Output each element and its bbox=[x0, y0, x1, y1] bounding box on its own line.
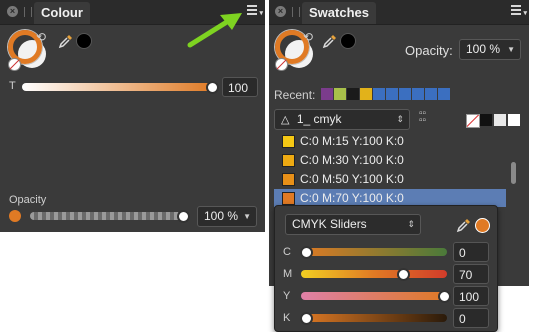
swatch-label: C:0 M:50 Y:100 K:0 bbox=[300, 172, 404, 186]
t-label: T bbox=[9, 80, 16, 92]
t-slider-knob[interactable] bbox=[206, 81, 219, 94]
swatches-tabbar: × Swatches ▾ bbox=[269, 0, 529, 25]
recent-swatches bbox=[321, 87, 461, 101]
t-value-field[interactable]: 100 bbox=[222, 77, 258, 97]
cmyk-c-value[interactable]: 0 bbox=[453, 242, 489, 262]
swatch-list-item[interactable]: C:0 M:30 Y:100 K:0 bbox=[274, 151, 506, 169]
t-slider[interactable] bbox=[22, 83, 214, 91]
black-swatch[interactable] bbox=[480, 114, 492, 126]
cmyk-k-knob[interactable] bbox=[300, 312, 313, 325]
swatch-list-item[interactable]: C:0 M:50 Y:100 K:0 bbox=[274, 170, 506, 188]
scrollbar[interactable] bbox=[511, 162, 516, 184]
black-color-dot[interactable] bbox=[76, 33, 92, 49]
recent-swatch[interactable] bbox=[360, 88, 372, 100]
current-color-dot bbox=[475, 218, 490, 233]
opacity-label: Opacity bbox=[9, 194, 47, 206]
chevron-updown-icon: ⇕ bbox=[396, 114, 404, 124]
tab-swatches[interactable]: Swatches bbox=[302, 2, 376, 24]
cmyk-y-value[interactable]: 100 bbox=[453, 286, 489, 306]
panel-menu-icon[interactable]: ▾ bbox=[511, 5, 527, 17]
recent-swatch[interactable] bbox=[386, 88, 398, 100]
palette-icon: △ bbox=[281, 114, 290, 126]
swatch-label: C:0 M:30 Y:100 K:0 bbox=[300, 153, 404, 167]
grey-swatch[interactable] bbox=[494, 114, 506, 126]
cmyk-c-knob[interactable] bbox=[300, 246, 313, 259]
cmyk-y-knob[interactable] bbox=[438, 290, 451, 303]
swatches-opacity-label: Opacity: bbox=[405, 43, 453, 58]
chevron-down-icon: ▼ bbox=[507, 45, 515, 54]
recent-swatch[interactable] bbox=[321, 88, 333, 100]
cmyk-k-slider[interactable] bbox=[301, 314, 447, 322]
recent-swatch[interactable] bbox=[347, 88, 359, 100]
swatch-label: C:0 M:15 Y:100 K:0 bbox=[300, 134, 404, 148]
none-color-icon[interactable] bbox=[8, 58, 21, 71]
swatch-chip bbox=[282, 135, 295, 148]
close-icon[interactable]: × bbox=[275, 6, 286, 17]
swatch-chip bbox=[282, 154, 295, 167]
recent-swatch[interactable] bbox=[373, 88, 385, 100]
swap-colors-icon[interactable]: ⟲ bbox=[36, 30, 46, 44]
swatch-list: C:0 M:15 Y:100 K:0 C:0 M:30 Y:100 K:0 C:0 … bbox=[274, 132, 506, 208]
palette-dropdown[interactable]: △ 1_ cmyk ⇕ bbox=[274, 109, 410, 130]
opacity-dropdown[interactable]: 100 % ▼ bbox=[197, 206, 257, 227]
swatch-list-item[interactable]: C:0 M:15 Y:100 K:0 bbox=[274, 132, 506, 150]
eyedropper-icon[interactable] bbox=[456, 217, 472, 233]
opacity-color-dot bbox=[9, 210, 21, 222]
eyedropper-icon[interactable] bbox=[58, 33, 74, 49]
swatch-chip bbox=[282, 173, 295, 186]
add-palette-icon[interactable]: ▫▫ ▫▫ bbox=[419, 109, 433, 126]
recent-swatch[interactable] bbox=[438, 88, 450, 100]
opacity-slider[interactable] bbox=[30, 212, 184, 220]
none-color-icon[interactable] bbox=[275, 58, 288, 71]
cmyk-popup: CMYK Sliders ⇕ C 0 M 70 Y 100 K 0 bbox=[274, 205, 498, 332]
swatches-opacity-dropdown[interactable]: 100 % ▼ bbox=[459, 39, 521, 60]
cmyk-mode-value: CMYK Sliders bbox=[292, 217, 367, 231]
panel-menu-icon[interactable]: ▾ bbox=[247, 5, 263, 17]
opacity-slider-knob[interactable] bbox=[177, 210, 190, 223]
swatches-opacity-value: 100 % bbox=[466, 42, 501, 56]
cmyk-k-value[interactable]: 0 bbox=[453, 308, 489, 328]
cmyk-mode-dropdown[interactable]: CMYK Sliders ⇕ bbox=[285, 214, 421, 235]
swatch-chip bbox=[282, 192, 295, 205]
no-fill-swatch[interactable] bbox=[466, 114, 480, 128]
cmyk-m-slider[interactable] bbox=[301, 270, 447, 278]
cmyk-m-knob[interactable] bbox=[396, 268, 410, 281]
cmyk-y-slider[interactable] bbox=[301, 292, 447, 300]
eyedropper-icon[interactable] bbox=[322, 33, 338, 49]
black-color-dot[interactable] bbox=[340, 33, 356, 49]
cmyk-m-value[interactable]: 70 bbox=[453, 264, 489, 284]
recent-swatch[interactable] bbox=[399, 88, 411, 100]
swap-colors-icon[interactable]: ⟲ bbox=[303, 30, 313, 44]
opacity-dropdown-value: 100 % bbox=[204, 209, 239, 223]
chevron-updown-icon: ⇕ bbox=[407, 219, 415, 229]
cmyk-m-label: M bbox=[283, 268, 293, 280]
close-icon[interactable]: × bbox=[7, 6, 18, 17]
recent-swatch[interactable] bbox=[334, 88, 346, 100]
recent-swatch[interactable] bbox=[412, 88, 424, 100]
cmyk-c-label: C bbox=[283, 246, 291, 258]
tab-colour[interactable]: Colour bbox=[34, 2, 90, 24]
palette-name: 1_ cmyk bbox=[296, 112, 342, 126]
cmyk-c-slider[interactable] bbox=[301, 248, 447, 256]
cmyk-k-label: K bbox=[283, 312, 291, 324]
chevron-down-icon: ▼ bbox=[243, 212, 251, 221]
grip-icon[interactable] bbox=[292, 7, 300, 17]
white-swatch[interactable] bbox=[508, 114, 520, 126]
grip-icon[interactable] bbox=[24, 7, 32, 17]
recent-label: Recent: bbox=[274, 88, 316, 102]
cmyk-sliders: C 0 M 70 Y 100 K 0 bbox=[275, 242, 497, 331]
green-arrow-annotation bbox=[187, 13, 242, 48]
cmyk-y-label: Y bbox=[283, 290, 291, 302]
recent-swatch[interactable] bbox=[425, 88, 437, 100]
